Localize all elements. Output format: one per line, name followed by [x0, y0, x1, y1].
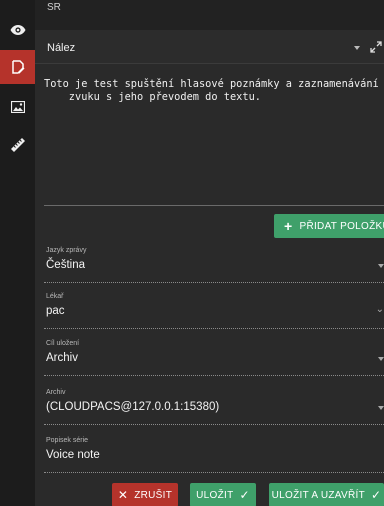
- finding-text-editor[interactable]: Toto je test spuštění hlasové poznámky a…: [44, 78, 384, 206]
- report-language-select[interactable]: Jazyk zprávy Čeština: [44, 247, 384, 283]
- report-language-label: Jazyk zprávy: [46, 247, 87, 254]
- chevron-down-icon[interactable]: [354, 46, 360, 50]
- storage-target-value: Archiv: [46, 352, 78, 364]
- eye-icon: [10, 25, 25, 35]
- chevron-down-icon[interactable]: [378, 406, 384, 410]
- cancel-button[interactable]: ✕ ZRUŠIT: [112, 483, 178, 506]
- finding-text[interactable]: Toto je test spuštění hlasové poznámky a…: [44, 78, 384, 104]
- report-header: SR: [35, 0, 384, 30]
- chevron-down-icon[interactable]: [378, 357, 384, 361]
- expand-icon[interactable]: [370, 41, 382, 53]
- report-tool-button[interactable]: [0, 50, 35, 84]
- image-tool-button[interactable]: [0, 90, 35, 124]
- view-tool-button[interactable]: [0, 13, 35, 47]
- chevron-down-icon[interactable]: [378, 264, 384, 268]
- edit-note-icon: [11, 60, 24, 74]
- check-icon: ✓: [370, 488, 382, 502]
- finding-section-label: Nález: [47, 42, 76, 54]
- doctor-value: pac: [46, 305, 65, 317]
- add-item-button[interactable]: + PŘIDAT POLOŽKU: [274, 214, 384, 238]
- chevron-down-icon[interactable]: ⌄: [376, 304, 384, 315]
- add-item-label: PŘIDAT POLOŽKU: [299, 220, 384, 232]
- image-icon: [10, 101, 25, 113]
- report-language-value: Čeština: [46, 259, 85, 271]
- save-close-label: ULOŽIT A UZAVŘÍT: [271, 489, 365, 501]
- ruler-icon: [10, 138, 25, 152]
- cancel-label: ZRUŠIT: [134, 489, 173, 501]
- left-toolbar: [0, 0, 35, 506]
- finding-section-header[interactable]: Nález: [35, 30, 384, 64]
- check-icon: ✓: [239, 488, 250, 502]
- series-description-value[interactable]: Voice note: [46, 449, 100, 461]
- doctor-label: Lékař: [46, 293, 64, 300]
- save-button[interactable]: ULOŽIT ✓: [190, 483, 256, 506]
- close-icon: ✕: [117, 488, 129, 502]
- series-description-label: Popisek série: [46, 437, 89, 444]
- plus-icon: +: [284, 218, 293, 234]
- save-label: ULOŽIT: [196, 489, 234, 501]
- save-and-close-button[interactable]: ULOŽIT A UZAVŘÍT ✓: [269, 483, 384, 506]
- archive-value: (CLOUDPACS@127.0.0.1:15380): [46, 401, 220, 413]
- storage-target-select[interactable]: Cíl uložení Archiv: [44, 340, 384, 376]
- series-description-field[interactable]: Popisek série Voice note: [44, 437, 384, 473]
- archive-label: Archiv: [46, 389, 66, 396]
- storage-target-label: Cíl uložení: [46, 340, 80, 347]
- report-type-title: SR: [47, 2, 61, 13]
- archive-select[interactable]: Archiv (CLOUDPACS@127.0.0.1:15380): [44, 389, 384, 425]
- measure-tool-button[interactable]: [0, 128, 35, 162]
- doctor-select[interactable]: Lékař pac ⌄: [44, 293, 384, 329]
